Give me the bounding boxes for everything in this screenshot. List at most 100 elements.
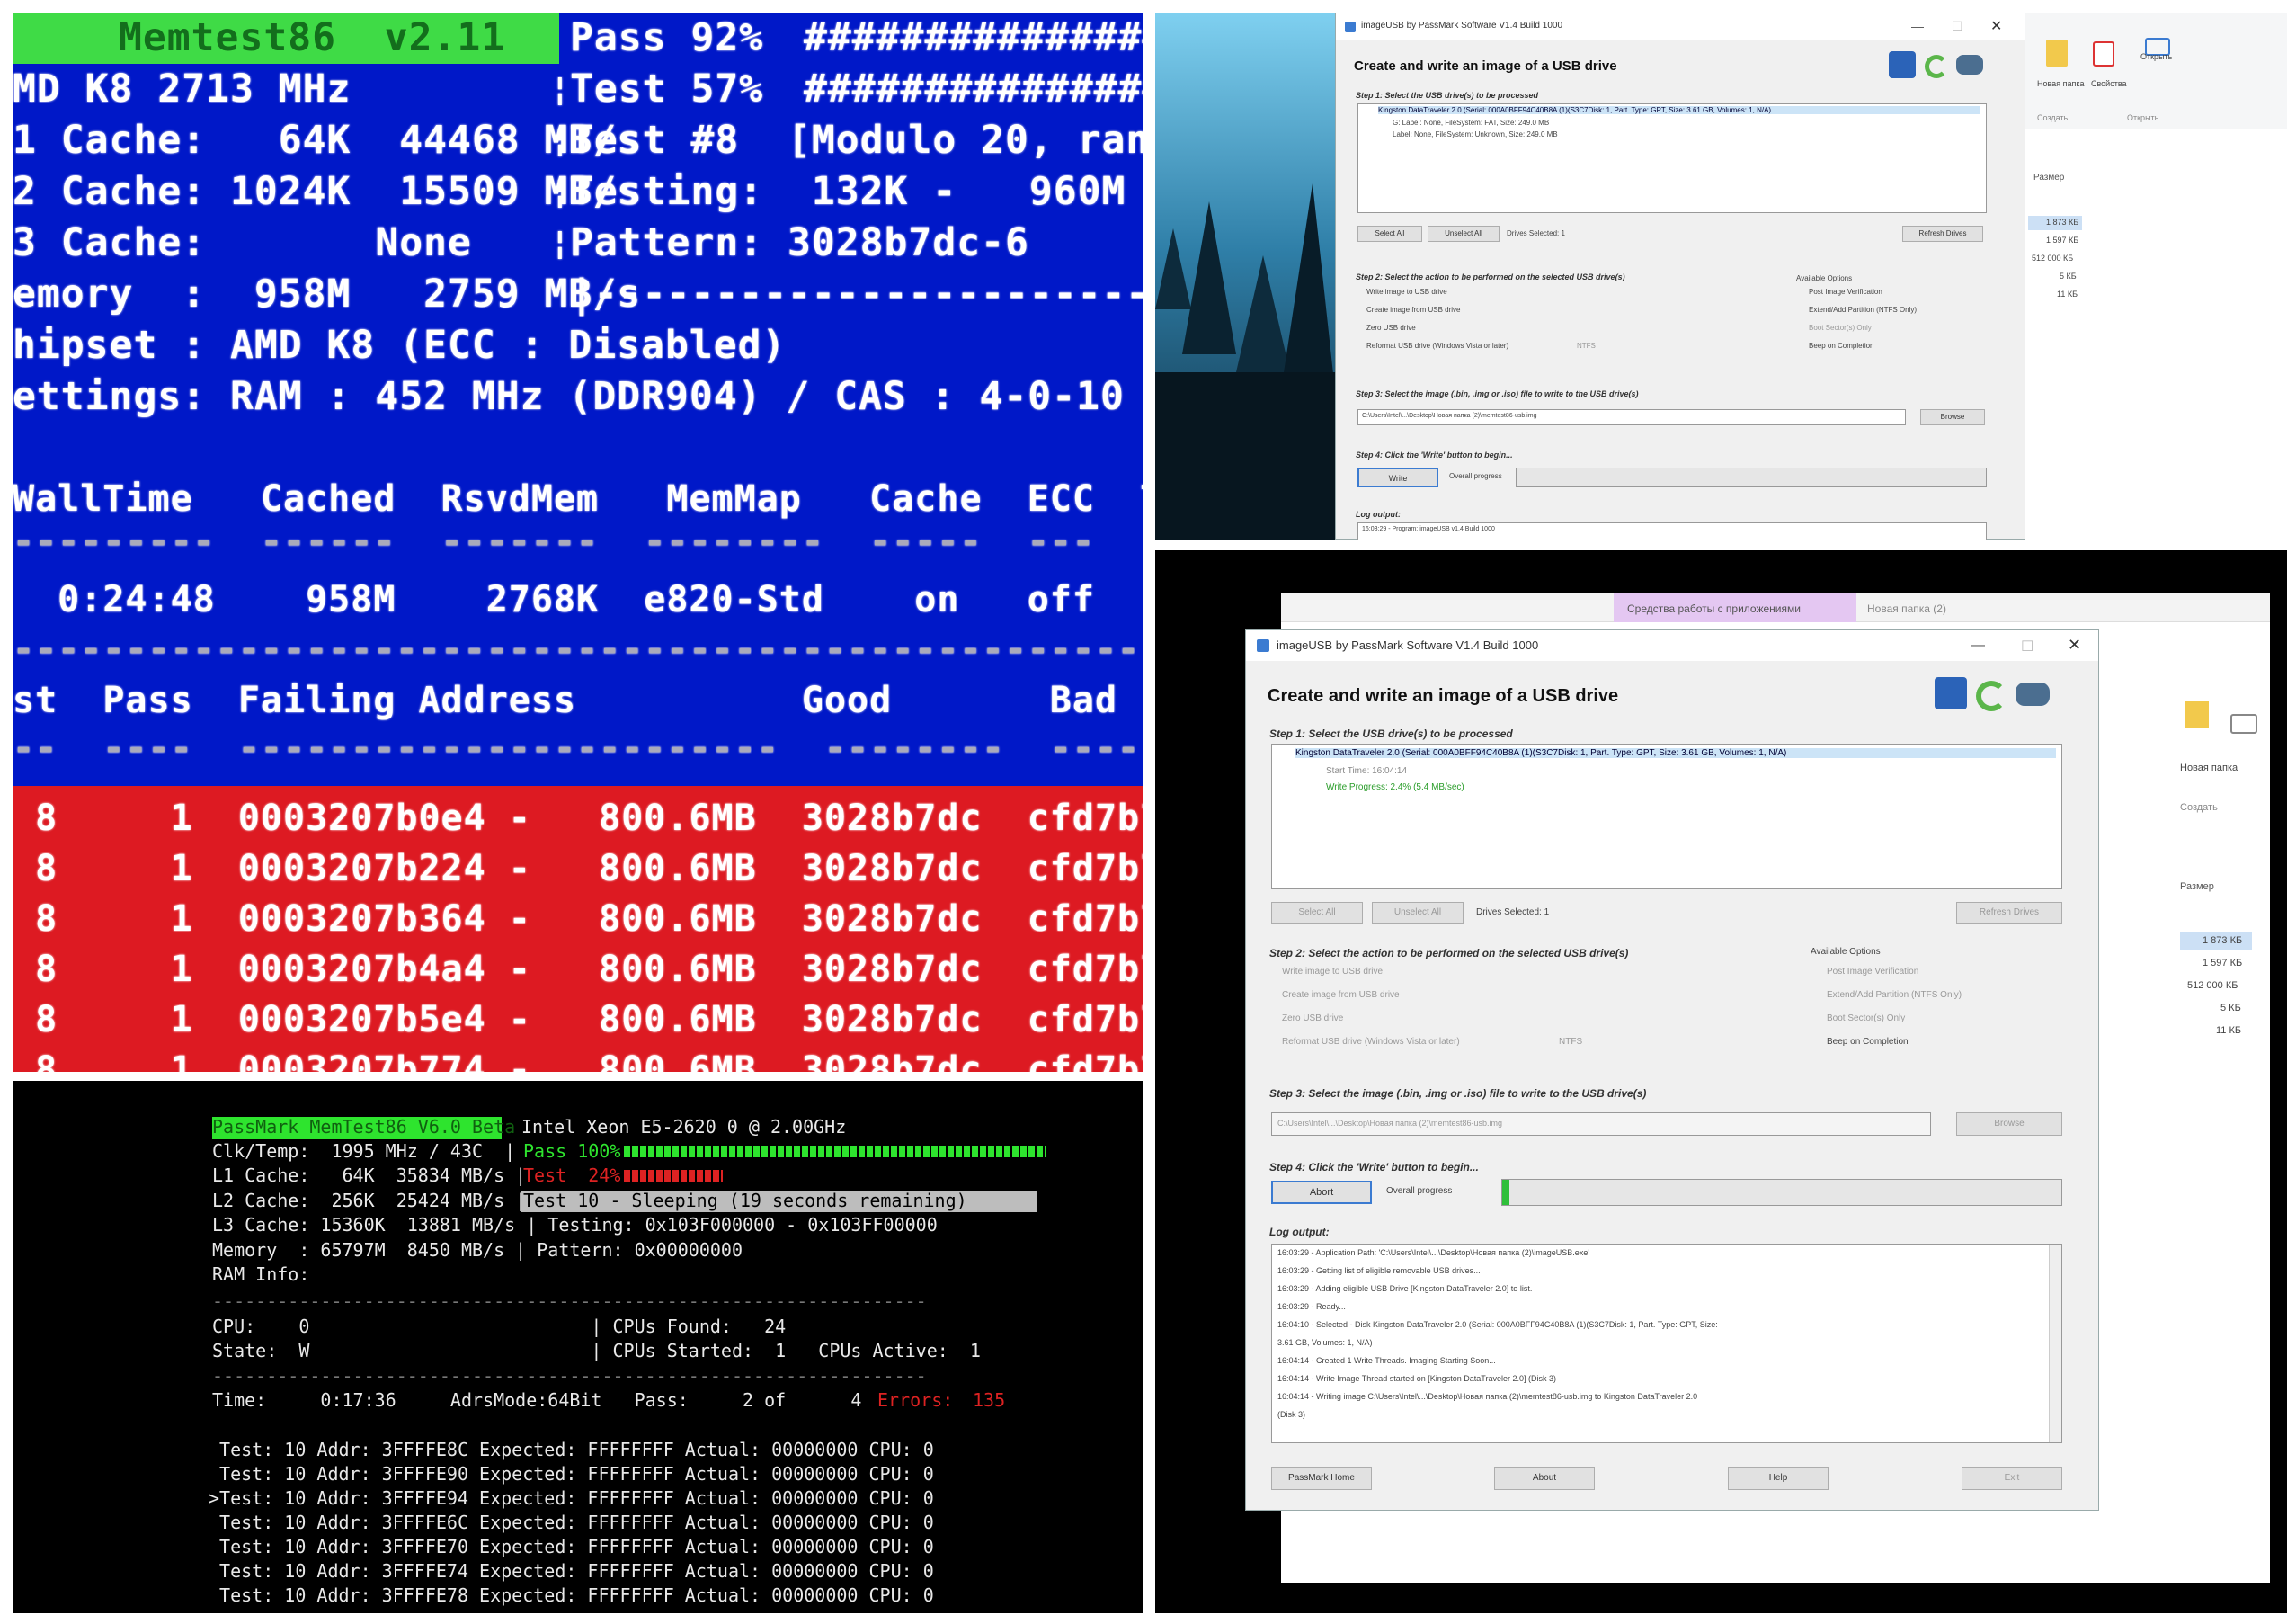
ribbon-open[interactable]: Открыть [2140, 52, 2172, 61]
option-beep[interactable]: Beep on Completion [1809, 342, 1874, 350]
close-button[interactable]: ✕ [2068, 636, 2081, 655]
action-create[interactable]: Create image from USB drive [1366, 306, 1460, 314]
option-extend[interactable]: Extend/Add Partition (NTFS Only) [1827, 990, 1962, 1000]
refresh-drives-button[interactable]: Refresh Drives [1902, 226, 1983, 242]
file-size: 1 873 КБ [2046, 218, 2079, 227]
error-row: 8 1 0003207b774 - 800.6MB 3028b7dc cfd7b… [13, 1049, 1143, 1072]
test-error-line: Test: 10 Addr: 3FFFFE70 Expected: FFFFFF… [209, 1536, 934, 1557]
errors-count: 135 [973, 1389, 1006, 1411]
test-label: Test 24% [523, 1164, 621, 1186]
stats-divider: ----------------------------------------… [13, 629, 1143, 670]
drive-list[interactable]: Kingston DataTraveler 2.0 (Serial: 000A0… [1357, 103, 1987, 213]
cpu-model: Intel Xeon E5-2620 0 @ 2.00GHz [521, 1116, 847, 1138]
log-line: 16:03:29 - Program: imageUSB v1.4 Build … [1362, 526, 1495, 532]
l1-cache: 1 Cache: 64K 44468 MB/s [13, 118, 642, 163]
option-boot-sector[interactable]: Boot Sector(s) Only [1827, 1013, 1905, 1023]
browse-button[interactable]: Browse [1920, 409, 1985, 425]
usb-stick-icon [1956, 55, 1983, 75]
memtest86-v6-screen: PassMark MemTest86 V6.0 Beta Intel Xeon … [13, 1081, 1143, 1613]
maximize-button[interactable]: ☐ [2021, 638, 2033, 656]
step2-label: Step 2: Select the action to be performe… [1269, 947, 1629, 959]
unselect-all-button[interactable]: Unselect All [1372, 902, 1464, 924]
test-bar: ################## [804, 67, 1143, 112]
minimize-button[interactable]: — [1971, 638, 1985, 654]
log-label: Log output: [1269, 1226, 1330, 1238]
help-button[interactable]: Help [1728, 1467, 1829, 1490]
action-create[interactable]: Create image from USB drive [1282, 990, 1400, 1000]
log-line: 16:03:29 - Getting list of eligible remo… [1277, 1266, 1481, 1275]
testing-range: Testing: 132K - 960M 9 [570, 169, 1143, 214]
select-all-button[interactable]: Select All [1357, 226, 1422, 242]
test-error-line: Test: 10 Addr: 3FFFFE90 Expected: FFFFFF… [209, 1463, 934, 1485]
image-path-input[interactable]: C:\Users\Intel\...\Desktop\Новая папка (… [1271, 1112, 1931, 1136]
ribbon-new-folder[interactable]: Новая папка [2037, 79, 2084, 88]
exit-button[interactable]: Exit [1962, 1467, 2062, 1490]
error-row: 8 1 0003207b364 - 800.6MB 3028b7dc cfd7b… [13, 898, 1143, 940]
action-zero[interactable]: Zero USB drive [1366, 324, 1416, 332]
passmark-home-button[interactable]: PassMark Home [1271, 1467, 1372, 1490]
action-write[interactable]: Write image to USB drive [1366, 288, 1447, 296]
usb-drive-icon [1889, 51, 1916, 78]
l1-cache: L1 Cache: 64K 35834 MB/s | [212, 1164, 527, 1186]
ribbon-properties[interactable]: Свойства [2091, 79, 2127, 88]
drives-selected: Drives Selected: 1 [1507, 229, 1565, 237]
minimize-button[interactable]: — [1911, 19, 1924, 33]
step2-label: Step 2: Select the action to be performe… [1356, 272, 1625, 281]
drive-item[interactable]: Kingston DataTraveler 2.0 (Serial: 000A0… [1295, 748, 2056, 758]
imageusb-window-writing: Средства работы с приложениями Новая пап… [1155, 550, 2287, 1613]
clk-temp: Clk/Temp: 1995 MHz / 43C | [212, 1140, 516, 1162]
action-reformat[interactable]: Reformat USB drive (Windows Vista or lat… [1282, 1037, 1460, 1047]
option-verification[interactable]: Post Image Verification [1827, 967, 1918, 977]
maximize-button[interactable]: ☐ [1952, 19, 1963, 34]
file-size: 512 000 КБ [2032, 254, 2074, 263]
step1-label: Step 1: Select the USB drive(s) to be pr… [1356, 91, 1539, 100]
option-boot-sector[interactable]: Boot Sector(s) Only [1809, 324, 1872, 332]
log-output: 16:03:29 - Application Path: 'C:\Users\I… [1271, 1244, 2062, 1443]
folder-icon [2185, 701, 2209, 728]
format-select[interactable]: NTFS [1559, 1037, 1582, 1047]
l3-cache: 3 Cache: None [13, 220, 472, 265]
drive-list[interactable]: Kingston DataTraveler 2.0 (Serial: 000A0… [1271, 744, 2062, 889]
log-scrollbar[interactable] [2049, 1245, 2061, 1442]
pattern: Pattern: 3028b7dc-6 [570, 220, 1029, 265]
drive-volume: G: Label: None, FileSystem: FAT, Size: 2… [1393, 119, 1550, 127]
usb-drive-icon [1935, 677, 1967, 709]
chipset-info: hipset : AMD K8 (ECC : Disabled) [13, 323, 787, 368]
folder-icon [2046, 40, 2068, 67]
format-select[interactable]: NTFS [1577, 342, 1596, 350]
option-verification[interactable]: Post Image Verification [1809, 288, 1882, 296]
abort-button[interactable]: Abort [1271, 1181, 1372, 1204]
action-write[interactable]: Write image to USB drive [1282, 967, 1383, 977]
close-button[interactable]: ✕ [1990, 17, 2002, 35]
cpu-info: MD K8 2713 MHz [13, 67, 352, 112]
desktop-wallpaper [1155, 13, 1335, 540]
test-label: Test 57% [570, 67, 764, 112]
error-header-dash: -- ---- ------------------------ -------… [13, 727, 1143, 769]
overall-progress-label: Overall progress [1449, 472, 1502, 480]
log-line: 3.61 GB, Volumes: 1, N/A) [1277, 1338, 1373, 1347]
test-status: Test 10 - Sleeping (19 seconds remaining… [523, 1190, 967, 1211]
file-size: 1 873 КБ [2203, 935, 2243, 946]
option-beep[interactable]: Beep on Completion [1827, 1037, 1909, 1047]
image-path-input[interactable]: C:\Users\Intel\...\Desktop\Новая папка (… [1357, 409, 1906, 425]
test-error-line: Test: 10 Addr: 3FFFFE6C Expected: FFFFFF… [209, 1512, 934, 1533]
select-all-button[interactable]: Select All [1271, 902, 1363, 924]
divider: ----------------------------------------… [212, 1365, 927, 1387]
log-line: 16:03:29 - Adding eligible USB Drive [Ki… [1277, 1284, 1533, 1293]
about-button[interactable]: About [1494, 1467, 1595, 1490]
browse-button[interactable]: Browse [1956, 1112, 2062, 1136]
refresh-drives-button[interactable]: Refresh Drives [1956, 902, 2062, 924]
step4-label: Step 4: Click the 'Write' button to begi… [1269, 1161, 1479, 1173]
step4-label: Step 4: Click the 'Write' button to begi… [1356, 451, 1513, 460]
imageusb-window: imageUSB by PassMark Software V1.4 Build… [1245, 629, 2099, 1511]
action-reformat[interactable]: Reformat USB drive (Windows Vista or lat… [1366, 342, 1508, 350]
error-list: 8 1 0003207b0e4 - 800.6MB 3028b7dc cfd7b… [13, 786, 1143, 1072]
write-button[interactable]: Write [1357, 468, 1438, 487]
option-extend[interactable]: Extend/Add Partition (NTFS Only) [1809, 306, 1917, 314]
drives-selected: Drives Selected: 1 [1476, 907, 1550, 917]
drive-item[interactable]: Kingston DataTraveler 2.0 (Serial: 000A0… [1378, 106, 1980, 114]
l2-cache: 2 Cache: 1024K 15509 MB/s [13, 169, 642, 214]
action-zero[interactable]: Zero USB drive [1282, 1013, 1343, 1023]
unselect-all-button[interactable]: Unselect All [1428, 226, 1500, 242]
ribbon-new-folder[interactable]: Новая папка [2180, 763, 2238, 773]
